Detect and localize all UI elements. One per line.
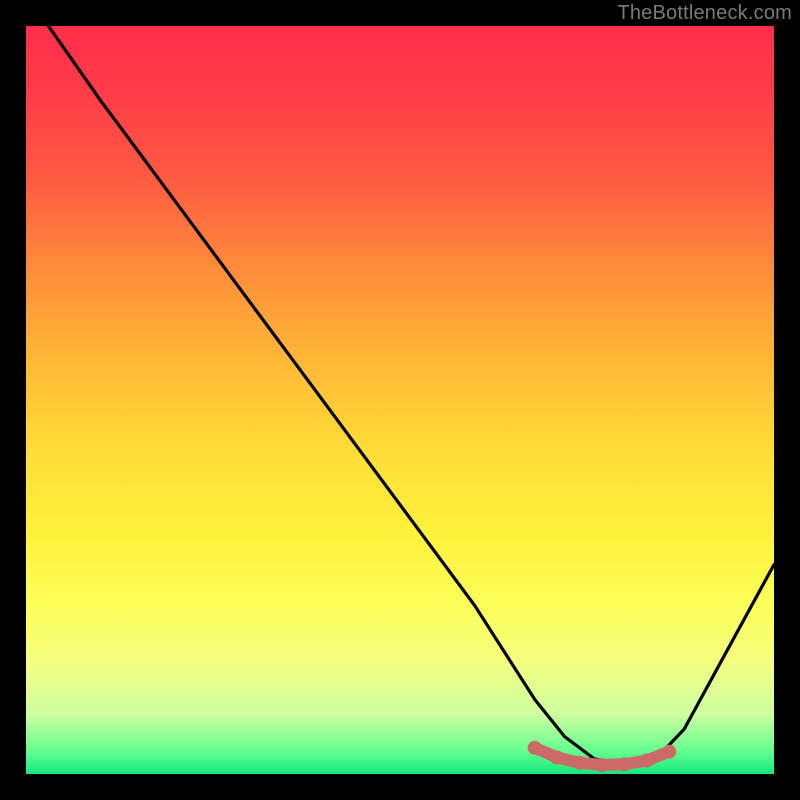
optimal-dot xyxy=(617,757,631,771)
optimal-dot xyxy=(595,758,609,772)
plot-area xyxy=(26,26,774,774)
watermark-text: TheBottleneck.com xyxy=(617,2,792,25)
optimal-dot xyxy=(528,741,542,755)
optimal-dot xyxy=(640,754,654,768)
chart-svg xyxy=(26,26,774,774)
optimal-dot xyxy=(550,751,564,765)
bottleneck-curve-line xyxy=(48,26,774,765)
optimal-dot xyxy=(573,756,587,770)
optimal-dot xyxy=(662,745,676,759)
chart-frame: TheBottleneck.com xyxy=(0,0,800,800)
